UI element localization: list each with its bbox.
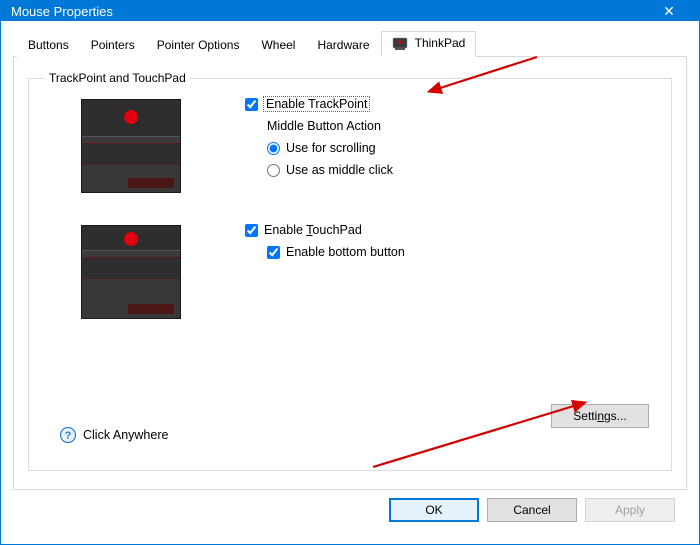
tab-buttons[interactable]: Buttons [17, 33, 80, 57]
close-icon[interactable]: ✕ [649, 3, 689, 20]
tab-strip: Buttons Pointers Pointer Options Wheel H… [13, 31, 687, 57]
client-area: Buttons Pointers Pointer Options Wheel H… [1, 21, 699, 544]
tab-thinkpad[interactable]: ThinkPad [381, 31, 477, 57]
trackpoint-nub-icon [124, 110, 138, 124]
annotation-arrow-1 [427, 51, 547, 101]
titlebar: Mouse Properties ✕ [1, 1, 699, 21]
help-icon: ? [59, 426, 77, 444]
middle-button-action-label: Middle Button Action [267, 119, 381, 133]
enable-bottom-button-label: Enable bottom button [286, 245, 405, 259]
window-title: Mouse Properties [11, 4, 649, 19]
mouse-properties-window: Mouse Properties ✕ Buttons Pointers Poin… [0, 0, 700, 545]
thinkpad-icon [392, 37, 408, 51]
tab-pointers[interactable]: Pointers [80, 33, 146, 57]
tab-panel-thinkpad: TrackPoint and TouchPad Enable TrackPoin… [13, 57, 687, 490]
svg-text:?: ? [65, 430, 72, 442]
touchpad-nub-icon [124, 232, 138, 246]
apply-button[interactable]: Apply [585, 498, 675, 522]
trackpoint-section: Enable TrackPoint Middle Button Action U… [45, 95, 655, 193]
settings-button[interactable]: Settings... [551, 404, 649, 428]
use-for-scrolling-label: Use for scrolling [286, 141, 376, 155]
cancel-button[interactable]: Cancel [487, 498, 577, 522]
touchpad-preview [81, 225, 181, 319]
click-anywhere-link[interactable]: ? Click Anywhere [59, 426, 168, 444]
trackpoint-preview [81, 99, 181, 193]
tab-pointer-options[interactable]: Pointer Options [146, 33, 251, 57]
enable-trackpoint-checkbox[interactable] [245, 98, 258, 111]
dialog-buttons: OK Cancel Apply [13, 490, 687, 534]
touchpad-section: Enable TouchPad Enable bottom button [45, 221, 655, 319]
trackpoint-touchpad-group: TrackPoint and TouchPad Enable TrackPoin… [28, 71, 672, 471]
use-as-middle-click-label: Use as middle click [286, 163, 393, 177]
enable-touchpad-label: Enable TouchPad [264, 223, 362, 237]
enable-touchpad-checkbox[interactable] [245, 224, 258, 237]
groupbox-title: TrackPoint and TouchPad [45, 71, 190, 85]
tab-hardware[interactable]: Hardware [306, 33, 380, 57]
ok-button[interactable]: OK [389, 498, 479, 522]
touchpad-controls: Enable TouchPad Enable bottom button [245, 223, 405, 267]
enable-trackpoint-label: Enable TrackPoint [264, 97, 369, 111]
use-for-scrolling-radio[interactable] [267, 142, 280, 155]
tab-wheel[interactable]: Wheel [250, 33, 306, 57]
enable-bottom-button-checkbox[interactable] [267, 246, 280, 259]
trackpoint-controls: Enable TrackPoint Middle Button Action U… [245, 97, 393, 185]
use-as-middle-click-radio[interactable] [267, 164, 280, 177]
